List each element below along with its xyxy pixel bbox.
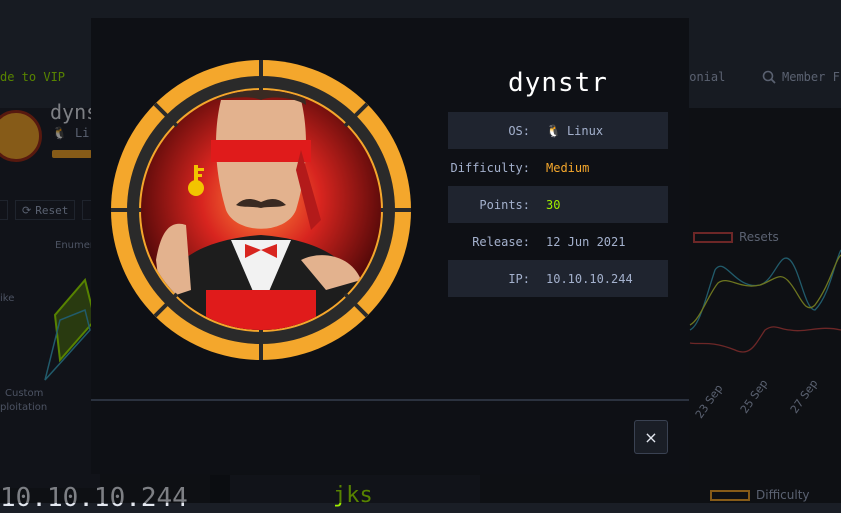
os-value-label: Linux: [566, 123, 604, 138]
info-row-difficulty: Difficulty: Medium: [448, 149, 668, 186]
info-value-difficulty: Medium: [546, 160, 590, 175]
machine-info-modal: dynstr OS: 🐧 Linux Difficulty: Medium Po…: [91, 18, 689, 474]
info-row-os: OS: 🐧 Linux: [448, 112, 668, 149]
info-key-points: Points:: [479, 197, 530, 212]
machine-avatar-image: [111, 60, 411, 360]
info-key-release: Release:: [472, 234, 530, 249]
info-key-difficulty: Difficulty:: [450, 160, 530, 175]
info-row-release: Release: 12 Jun 2021: [448, 223, 668, 260]
info-value-os: 🐧 Linux: [546, 124, 603, 138]
modal-machine-title: dynstr: [508, 68, 608, 98]
info-key-os: OS:: [508, 123, 530, 138]
info-value-points: 30: [546, 197, 561, 212]
info-value-release: 12 Jun 2021: [546, 234, 626, 249]
info-value-ip: 10.10.10.244: [546, 271, 633, 286]
machine-info-table: OS: 🐧 Linux Difficulty: Medium Points: 3…: [448, 112, 668, 297]
info-row-ip: IP: 10.10.10.244: [448, 260, 668, 297]
linux-penguin-icon: 🐧: [546, 123, 561, 138]
info-row-points: Points: 30: [448, 186, 668, 223]
info-key-ip: IP:: [508, 271, 530, 286]
close-button[interactable]: ×: [634, 420, 668, 454]
close-icon: ×: [644, 427, 658, 447]
modal-divider: [91, 399, 689, 401]
